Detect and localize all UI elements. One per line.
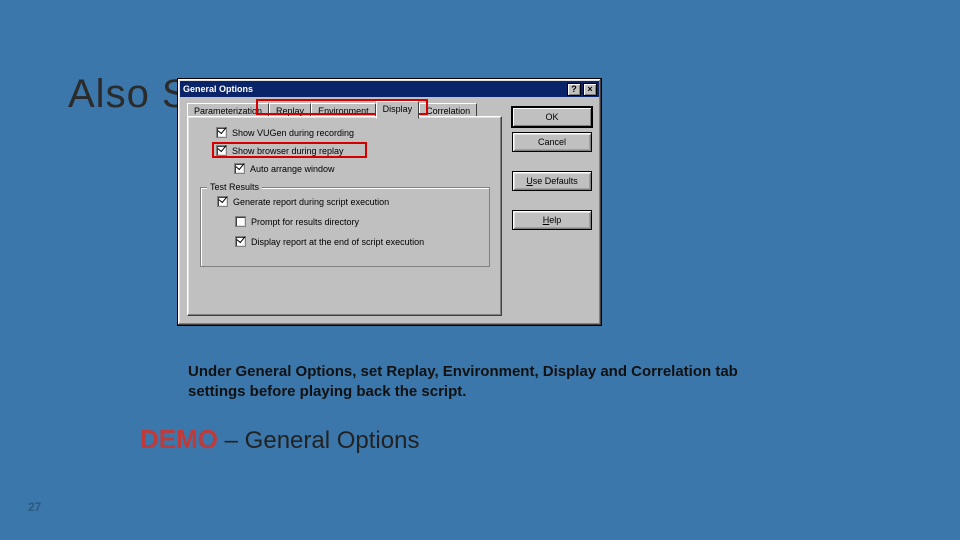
checkbox-show-browser-row[interactable]: Show browser during replay xyxy=(216,145,344,156)
checkbox-auto-arrange-row[interactable]: Auto arrange window xyxy=(234,163,335,174)
close-icon[interactable]: × xyxy=(583,83,597,96)
checkbox-label: Prompt for results directory xyxy=(251,217,359,227)
checkbox-label: Generate report during script execution xyxy=(233,197,389,207)
checkbox-display-report-row[interactable]: Display report at the end of script exec… xyxy=(235,236,424,247)
use-defaults-rest: se Defaults xyxy=(533,176,578,186)
checkbox-generate-report-row[interactable]: Generate report during script execution xyxy=(217,196,389,207)
help-rest: elp xyxy=(549,215,561,225)
help-icon[interactable]: ? xyxy=(567,83,581,96)
demo-line: DEMO – General Options xyxy=(140,424,419,455)
cancel-button[interactable]: Cancel xyxy=(512,132,592,152)
page-number: 27 xyxy=(28,500,41,514)
checkbox-show-vugen-row[interactable]: Show VUGen during recording xyxy=(216,127,354,138)
use-defaults-button[interactable]: Use Defaults xyxy=(512,171,592,191)
display-tab-pane: Show VUGen during recording Show browser… xyxy=(187,116,502,316)
group-label: Test Results xyxy=(207,182,262,192)
checkbox-icon[interactable] xyxy=(235,216,246,227)
dialog-titlebar: General Options ? × xyxy=(180,81,599,97)
checkbox-icon[interactable] xyxy=(216,127,227,138)
checkbox-icon[interactable] xyxy=(217,196,228,207)
checkbox-icon[interactable] xyxy=(234,163,245,174)
checkbox-label: Show VUGen during recording xyxy=(232,128,354,138)
dialog-title: General Options xyxy=(183,84,565,94)
tab-display[interactable]: Display xyxy=(376,101,420,119)
checkbox-prompt-dir-row[interactable]: Prompt for results directory xyxy=(235,216,359,227)
checkbox-label: Display report at the end of script exec… xyxy=(251,237,424,247)
slide-caption: Under General Options, set Replay, Envir… xyxy=(188,362,748,403)
general-options-dialog: General Options ? × Parameterization Rep… xyxy=(177,78,602,326)
checkbox-icon[interactable] xyxy=(235,236,246,247)
test-results-group: Test Results Generate report during scri… xyxy=(200,187,490,267)
checkbox-label: Show browser during replay xyxy=(232,146,344,156)
demo-sub: – General Options xyxy=(218,427,419,454)
checkbox-label: Auto arrange window xyxy=(250,164,335,174)
ok-button[interactable]: OK xyxy=(512,107,592,127)
demo-label: DEMO xyxy=(140,424,218,454)
checkbox-icon[interactable] xyxy=(216,145,227,156)
help-button[interactable]: Help xyxy=(512,210,592,230)
